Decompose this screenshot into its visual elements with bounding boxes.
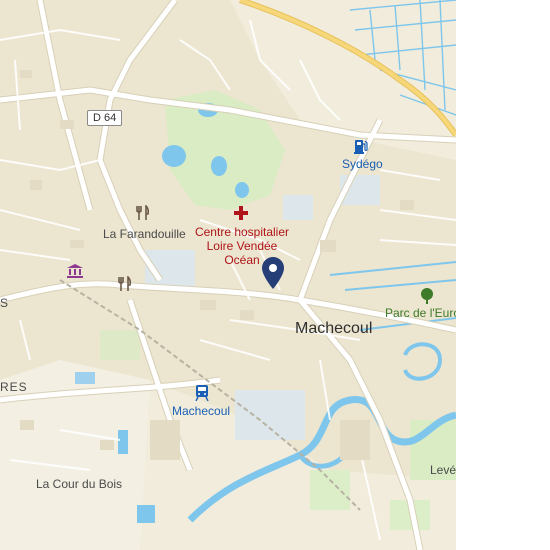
- tree-icon[interactable]: [420, 288, 434, 304]
- red-cross-icon[interactable]: [234, 206, 248, 220]
- label-machecoul-town[interactable]: Machecoul: [295, 320, 372, 338]
- train-station-icon[interactable]: [195, 385, 209, 401]
- label-la-farandouille[interactable]: La Farandouille: [103, 227, 186, 241]
- label-edge-s: S: [0, 296, 9, 310]
- label-sydego[interactable]: Sydégo: [342, 157, 383, 171]
- museum-icon[interactable]: [67, 264, 83, 278]
- label-leve[interactable]: Levé: [430, 463, 456, 477]
- label-machecoul-station[interactable]: Machecoul: [172, 404, 230, 418]
- label-parc[interactable]: Parc de l'Euro: [385, 306, 456, 320]
- label-la-cour-du-bois[interactable]: La Cour du Bois: [36, 477, 122, 491]
- fork-knife-icon[interactable]: [118, 276, 132, 292]
- map-canvas[interactable]: D 64 La Farandouille Centre hospitalier …: [0, 0, 456, 550]
- fork-knife-icon[interactable]: [136, 205, 150, 221]
- hospital-line-1: Centre hospitalier: [194, 225, 290, 239]
- hospital-line-2: Loire Vendée: [206, 239, 278, 253]
- road-shield-d64: D 64: [87, 110, 123, 126]
- fuel-pump-icon[interactable]: [354, 138, 368, 154]
- location-pin-icon[interactable]: [262, 257, 284, 289]
- label-edge-res: RES: [0, 380, 28, 394]
